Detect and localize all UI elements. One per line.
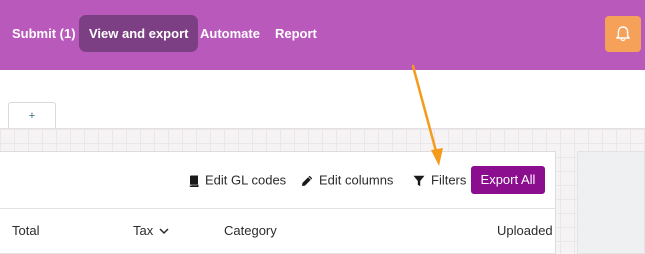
annotation-arrow: [411, 64, 443, 166]
